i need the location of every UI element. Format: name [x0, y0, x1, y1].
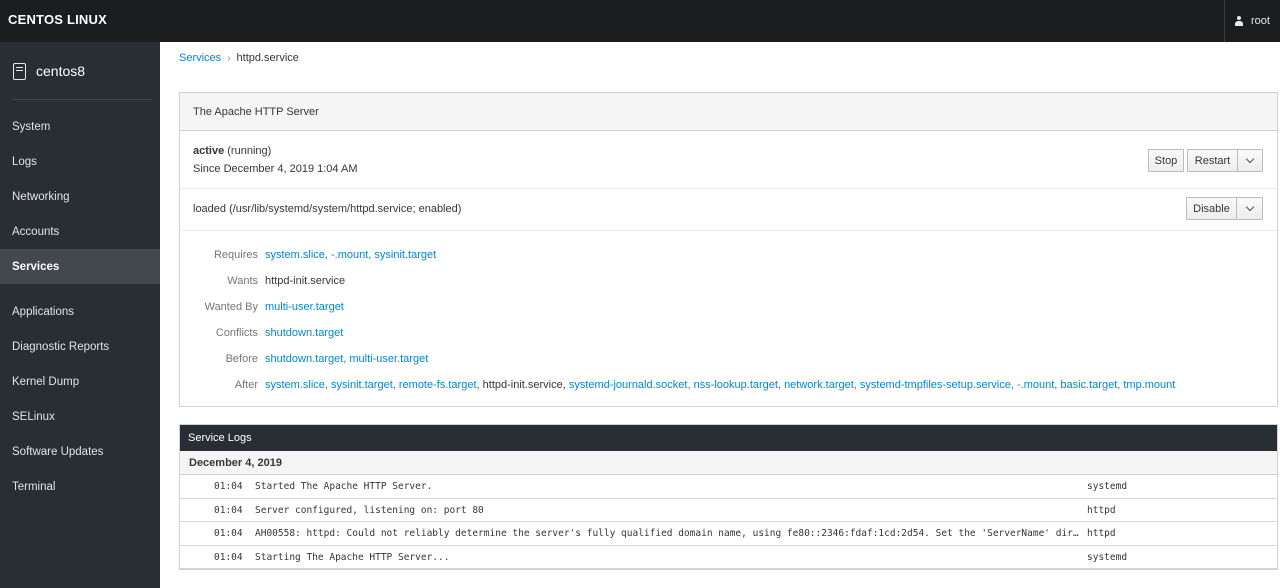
log-entry[interactable]: 01:04 Started The Apache HTTP Server. sy…	[180, 475, 1277, 499]
log-message: Started The Apache HTTP Server.	[255, 481, 433, 492]
sidebar-item-label: Services	[12, 260, 60, 273]
log-time: 01:04	[214, 528, 243, 539]
host-switcher[interactable]: centos8	[0, 42, 160, 100]
after-value: system.slice, sysinit.target, remote-fs.…	[265, 379, 1175, 391]
sidebar-item-label: Software Updates	[12, 445, 104, 458]
requires-label: Requires	[213, 249, 258, 261]
conflicts-label: Conflicts	[215, 327, 258, 339]
conflicts-value[interactable]: shutdown.target	[265, 327, 343, 339]
user-menu[interactable]: root	[1224, 0, 1280, 42]
enablement-options-dropdown[interactable]	[1236, 197, 1263, 220]
log-time: 01:04	[214, 551, 243, 563]
service-loaded-text: loaded (/usr/lib/systemd/system/httpd.se…	[193, 203, 462, 215]
service-since: Since December 4, 2019 1:04 AM	[193, 163, 358, 175]
breadcrumb: Services › httpd.service	[179, 52, 299, 64]
disable-button[interactable]: Disable	[1186, 197, 1237, 220]
sidebar-item-selinux[interactable]: SELinux	[0, 399, 160, 434]
relationship-before: Before shutdown.target, multi-user.targe…	[180, 350, 1277, 370]
brand-title: CENTOS LINUX	[8, 12, 107, 27]
service-state: active (running)	[193, 145, 271, 157]
sidebar-item-software-updates[interactable]: Software Updates	[0, 434, 160, 469]
service-status-row: active (running) Since December 4, 2019 …	[180, 131, 1277, 189]
log-time: 01:04	[214, 504, 243, 516]
wants-label: Wants	[227, 275, 258, 287]
sidebar-item-label: Terminal	[12, 480, 56, 493]
service-logs-panel: Service Logs December 4, 2019 01:04 Star…	[179, 424, 1278, 570]
server-icon	[13, 62, 26, 80]
restart-options-dropdown[interactable]	[1237, 149, 1263, 172]
before-label: Before	[225, 353, 258, 365]
log-message: Server configured, listening on: port 80	[255, 504, 484, 516]
relationship-after: After system.slice, sysinit.target, remo…	[180, 376, 1277, 396]
sidebar-item-services[interactable]: Services	[0, 249, 160, 284]
sidebar-item-networking[interactable]: Networking	[0, 179, 160, 214]
after-links-c[interactable]: systemd-journald.socket, nss-lookup.targ…	[569, 379, 1175, 391]
sidebar-item-label: Accounts	[12, 225, 60, 238]
service-title: The Apache HTTP Server	[180, 93, 1277, 131]
service-logs-title: Service Logs	[180, 425, 1277, 451]
log-date-header: December 4, 2019	[180, 451, 1277, 475]
breadcrumb-services-link[interactable]: Services	[179, 52, 221, 64]
relationship-wants: Wants httpd-init.service	[180, 272, 1277, 292]
sidebar-item-label: Logs	[12, 155, 37, 168]
chevron-down-icon	[1245, 202, 1254, 212]
service-state-active: active	[193, 145, 225, 157]
host-name: centos8	[36, 63, 86, 79]
log-entry[interactable]: 01:04 AH00558: httpd: Could not reliably…	[180, 522, 1277, 546]
sidebar-item-logs[interactable]: Logs	[0, 144, 160, 179]
wanted-by-value[interactable]: multi-user.target	[265, 301, 344, 313]
sidebar-item-terminal[interactable]: Terminal	[0, 469, 160, 504]
log-message: Starting The Apache HTTP Server...	[255, 551, 450, 563]
sidebar-item-label: Networking	[12, 190, 70, 203]
sidebar-item-label: Applications	[12, 305, 75, 318]
sidebar-item-label: SELinux	[12, 410, 55, 423]
log-entry[interactable]: 01:04 Starting The Apache HTTP Server...…	[180, 546, 1277, 569]
relationship-wanted-by: Wanted By multi-user.target	[180, 298, 1277, 318]
wanted-by-label: Wanted By	[204, 301, 258, 313]
service-details-panel: The Apache HTTP Server active (running) …	[179, 92, 1278, 407]
wants-value: httpd-init.service	[265, 275, 346, 287]
service-substate: (running)	[227, 145, 272, 157]
restart-button[interactable]: Restart	[1187, 149, 1238, 172]
top-bar: CENTOS LINUX root	[0, 0, 1280, 42]
sidebar-item-label: Diagnostic Reports	[12, 340, 110, 353]
log-message: AH00558: httpd: Could not reliably deter…	[255, 528, 1080, 539]
user-name: root	[1251, 15, 1270, 27]
sidebar-divider	[12, 99, 152, 100]
service-loaded-row: loaded (/usr/lib/systemd/system/httpd.se…	[180, 189, 1277, 231]
log-source: systemd	[1087, 481, 1128, 492]
sidebar: centos8 System Logs Networking Accounts …	[0, 42, 160, 588]
sidebar-item-kernel-dump[interactable]: Kernel Dump	[0, 364, 160, 399]
after-links-a[interactable]: system.slice, sysinit.target, remote-fs.…	[265, 379, 480, 391]
sidebar-item-accounts[interactable]: Accounts	[0, 214, 160, 249]
log-source: httpd	[1087, 528, 1116, 539]
breadcrumb-separator: ›	[227, 52, 231, 64]
log-entry[interactable]: 01:04 Server configured, listening on: p…	[180, 499, 1277, 522]
before-value[interactable]: shutdown.target, multi-user.target	[265, 353, 428, 365]
sidebar-item-system[interactable]: System	[0, 109, 160, 144]
sidebar-item-applications[interactable]: Applications	[0, 294, 160, 329]
sidebar-item-label: Kernel Dump	[12, 375, 80, 388]
relationship-requires: Requires system.slice, -.mount, sysinit.…	[180, 246, 1277, 266]
log-time: 01:04	[214, 481, 243, 492]
sidebar-item-label: System	[12, 120, 51, 133]
breadcrumb-current: httpd.service	[236, 52, 299, 64]
requires-value[interactable]: system.slice, -.mount, sysinit.target	[265, 249, 436, 261]
after-plain: httpd-init.service,	[482, 379, 566, 391]
chevron-down-icon	[1245, 154, 1255, 164]
relationship-conflicts: Conflicts shutdown.target	[180, 324, 1277, 344]
log-source: httpd	[1087, 504, 1116, 516]
user-icon	[1235, 16, 1243, 26]
after-label: After	[234, 379, 258, 391]
stop-button[interactable]: Stop	[1148, 149, 1184, 172]
sidebar-item-diagnostic-reports[interactable]: Diagnostic Reports	[0, 329, 160, 364]
log-source: systemd	[1087, 551, 1128, 563]
